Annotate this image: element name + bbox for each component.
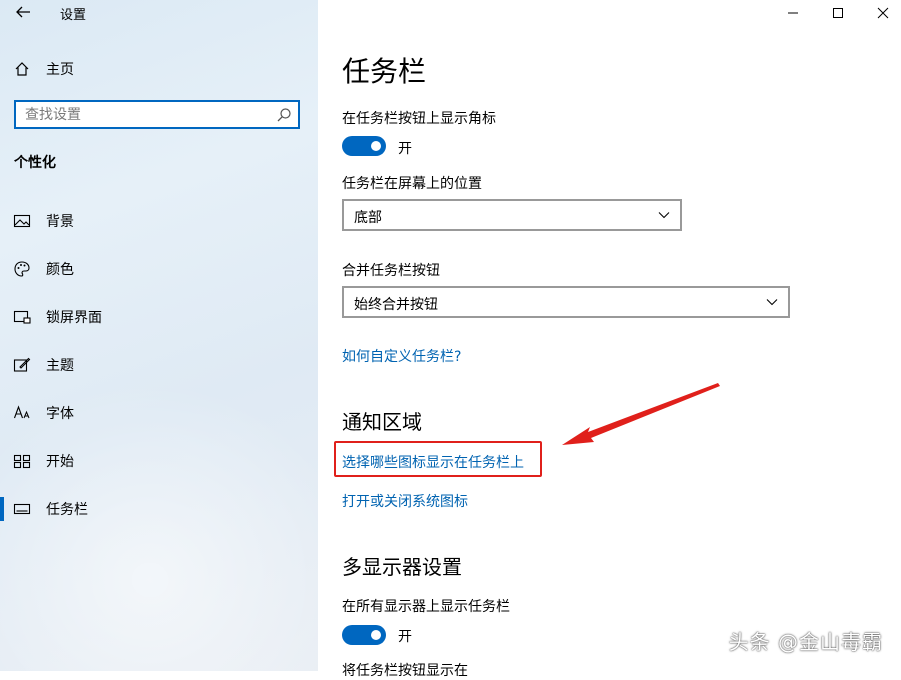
watermark: 头条 @金山毒霸: [728, 630, 883, 654]
annotation-arrow: [562, 383, 720, 445]
